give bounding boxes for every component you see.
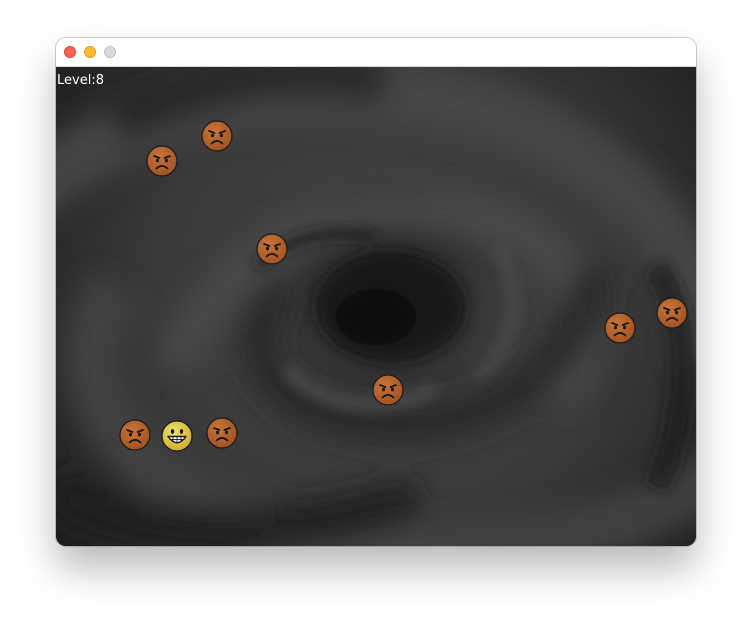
angry-face-icon bbox=[201, 120, 233, 152]
angry-face-icon bbox=[206, 417, 238, 449]
game-window: Level:8 bbox=[56, 38, 696, 546]
angry-face-icon bbox=[656, 297, 688, 329]
player-grinning-face-icon[interactable] bbox=[161, 420, 193, 452]
level-label: Level:8 bbox=[57, 73, 104, 88]
angry-face-icon bbox=[256, 233, 288, 265]
game-canvas[interactable]: Level:8 bbox=[56, 67, 696, 546]
close-button[interactable] bbox=[64, 46, 76, 58]
vortex-background bbox=[56, 67, 696, 546]
minimize-button[interactable] bbox=[84, 46, 96, 58]
angry-face-icon bbox=[372, 374, 404, 406]
title-bar[interactable] bbox=[56, 38, 696, 67]
angry-face-icon bbox=[146, 145, 178, 177]
angry-face-icon bbox=[119, 419, 151, 451]
angry-face-icon bbox=[604, 312, 636, 344]
zoom-button[interactable] bbox=[104, 46, 116, 58]
